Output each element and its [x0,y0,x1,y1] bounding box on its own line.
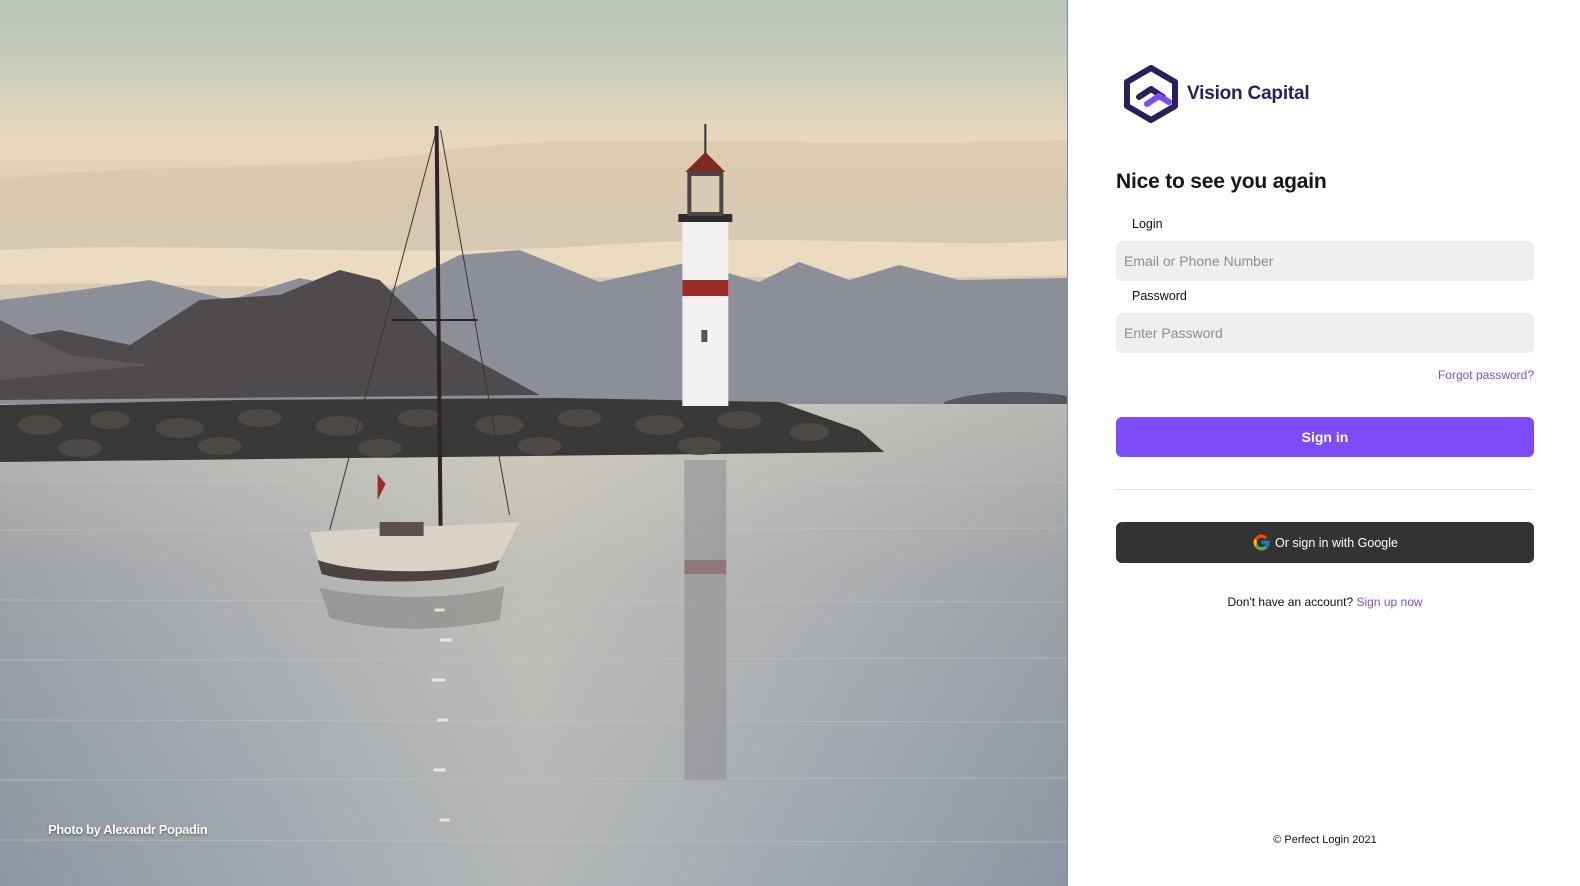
password-label: Password [1132,289,1187,303]
lighthouse-scene-image [0,0,1067,886]
password-input[interactable] [1116,313,1534,353]
login-input[interactable] [1116,241,1534,281]
page-title: Nice to see you again [1116,170,1327,193]
brand: Vision Capital [1123,64,1310,124]
signup-prompt: Don't have an account? [1227,595,1354,609]
footer-copyright: © Perfect Login 2021 [1273,834,1377,846]
login-label: Login [1132,217,1163,231]
google-sign-in-label: Or sign in with Google [1275,535,1398,550]
login-page: Photo by Alexandr Popadin Vision Capital… [0,0,1580,886]
divider [1116,489,1534,490]
brand-name: Vision Capital [1187,83,1310,104]
hexagon-logo-icon [1124,65,1178,123]
google-sign-in-button[interactable]: Or sign in with Google [1116,522,1534,563]
sign-in-button[interactable]: Sign in [1116,417,1534,457]
sign-up-link[interactable]: Sign up now [1357,595,1423,609]
google-icon [1253,534,1270,551]
signup-row: Don't have an account? Sign up now [1116,595,1534,609]
photo-credit: Photo by Alexandr Popadin [48,822,208,837]
forgot-password-link[interactable]: Forgot password? [1438,368,1534,382]
login-panel: Vision Capital Nice to see you again Log… [1068,0,1580,886]
hero-photo: Photo by Alexandr Popadin [0,0,1068,886]
